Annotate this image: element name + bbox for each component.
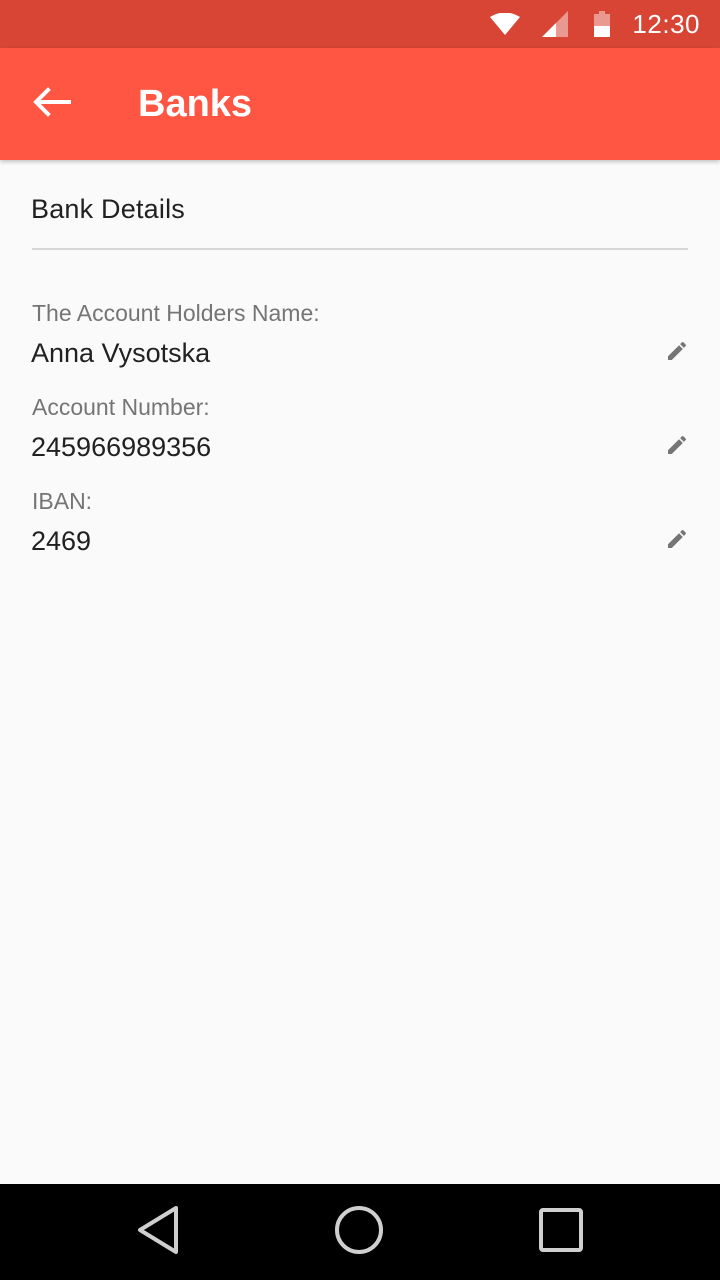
edit-account-number-button[interactable]: [658, 428, 696, 466]
app-bar: Banks: [0, 48, 720, 160]
field-label: IBAN:: [32, 488, 93, 514]
recents-square-icon: [537, 1206, 585, 1259]
screen: 12:30 Banks Bank Details The Account Hol…: [0, 0, 720, 1280]
section-divider: [32, 248, 688, 250]
back-triangle-icon: [135, 1205, 181, 1260]
field-value: 2469: [31, 526, 92, 556]
nav-recents-button[interactable]: [531, 1202, 591, 1262]
battery-icon: [594, 11, 611, 37]
field-value: 245966989356: [31, 432, 212, 462]
signal-icon: [542, 11, 569, 37]
back-button[interactable]: [4, 48, 100, 160]
status-clock: 12:30: [632, 8, 700, 39]
pencil-edit-icon: [665, 527, 689, 556]
field-account-number: Account Number: 245966989356: [0, 394, 720, 484]
field-label: The Account Holders Name:: [32, 300, 320, 326]
field-value: Anna Vysotska: [31, 338, 211, 368]
arrow-back-icon: [33, 86, 71, 122]
home-circle-icon: [333, 1204, 385, 1261]
field-label: Account Number:: [32, 394, 210, 420]
field-iban: IBAN: 2469: [0, 488, 720, 578]
edit-account-holder-name-button[interactable]: [658, 334, 696, 372]
field-account-holder-name: The Account Holders Name: Anna Vysotska: [0, 300, 720, 390]
pencil-edit-icon: [665, 433, 689, 462]
nav-back-button[interactable]: [128, 1202, 188, 1262]
section-title: Bank Details: [31, 194, 185, 224]
edit-iban-button[interactable]: [658, 522, 696, 560]
status-bar: 12:30: [0, 0, 720, 48]
nav-home-button[interactable]: [329, 1202, 389, 1262]
system-nav-bar: [0, 1184, 720, 1280]
page-title: Banks: [138, 82, 253, 125]
pencil-edit-icon: [665, 339, 689, 368]
wifi-icon: [490, 13, 521, 35]
